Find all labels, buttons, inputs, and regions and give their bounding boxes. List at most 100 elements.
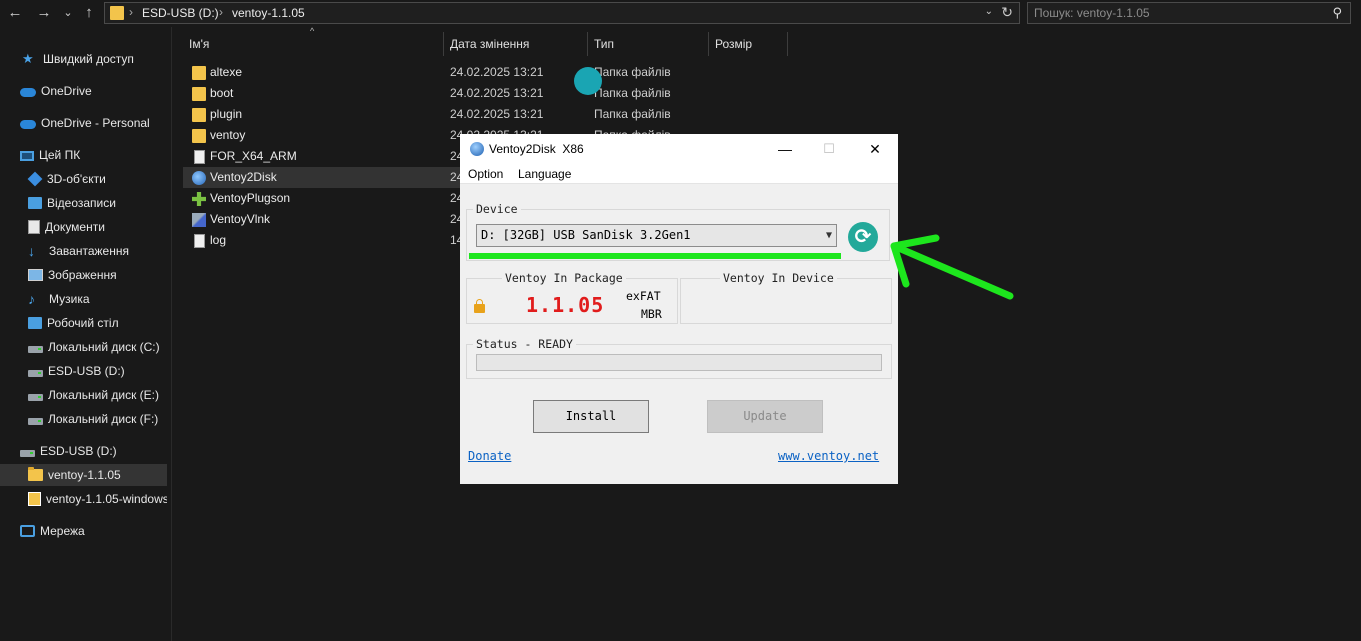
sidebar-item-network[interactable]: Мережа [0,520,167,542]
sidebar-item-drive-f[interactable]: Локальний диск (F:) [0,408,167,430]
chevron-down-icon: ▼ [825,230,832,241]
forward-arrow-icon[interactable]: → [34,3,54,23]
sidebar-item-desktop[interactable]: Робочий стіл [0,312,167,334]
breadcrumb-drive[interactable]: ESD-USB (D:) [142,6,219,20]
website-link[interactable]: www.ventoy.net [778,449,879,463]
close-icon[interactable]: ✕ [866,140,884,158]
drive-icon [28,418,43,425]
address-bar[interactable]: › ESD-USB (D:) › ventoy-1.1.05 ⌄ ↻ [104,2,1020,24]
donate-link[interactable]: Donate [468,449,511,463]
device-ventoy-group-title: Ventoy In Device [720,271,837,285]
sidebar-item-drive-c[interactable]: Локальний диск (C:) [0,336,167,358]
file-name: altexe [210,65,243,79]
drive-icon [28,346,43,353]
refresh-devices-button[interactable]: ⟳ [848,222,878,252]
package-filesystem: exFAT [626,289,661,303]
plugson-icon [192,192,206,206]
sidebar-item-onedrive[interactable]: OneDrive [0,80,167,102]
document-icon [28,220,40,234]
refresh-icon[interactable]: ↻ [1001,4,1013,21]
file-name: VentoyPlugson [210,191,291,205]
folder-icon [192,108,206,122]
ventoy2disk-window: Ventoy2Disk X86 — ☐ ✕ Option Language De… [460,134,898,484]
file-type: Папка файлів [594,86,671,100]
sidebar-item-onedrive-personal[interactable]: OneDrive - Personal [0,112,167,134]
menu-option[interactable]: Option [468,167,503,181]
package-partition-style: MBR [641,307,662,321]
file-name: Ventoy2Disk [210,170,277,184]
file-list-header: ^ Ім'я Дата змінення Тип Розмір [183,26,803,56]
recent-locations-icon[interactable]: ⌄ [58,3,78,23]
file-row[interactable]: plugin 24.02.2025 13:21 Папка файлів [183,104,673,125]
file-type: Папка файлів [594,107,671,121]
column-separator[interactable] [787,32,788,56]
column-header-size[interactable]: Розмір [709,32,787,56]
file-type: Папка файлів [594,65,671,79]
pc-icon [20,150,34,161]
sidebar-item-drive-d[interactable]: ESD-USB (D:) [0,360,167,382]
sidebar-item-pictures[interactable]: Зображення [0,264,167,286]
navigation-pane: ★ Швидкий доступ OneDrive OneDrive - Per… [0,34,172,641]
column-header-date[interactable]: Дата змінення [444,32,587,56]
file-name: plugin [210,107,243,121]
annotation-underline [469,253,841,259]
device-ventoy-group: Ventoy In Device [680,271,892,324]
folder-icon [110,6,124,20]
file-name: VentoyVlnk [210,212,271,226]
sidebar-item-music[interactable]: ♪ Музика [0,288,167,310]
drive-icon [28,370,43,377]
sidebar-item-ventoy-windows[interactable]: ventoy-1.1.05-windows [0,488,167,510]
device-group-title: Device [473,202,521,216]
search-box[interactable]: ⚲ [1027,2,1351,24]
cloud-icon [20,120,36,129]
sidebar-item-usb-root[interactable]: ESD-USB (D:) [0,440,167,462]
file-date: 24.02.2025 13:21 [450,65,544,79]
column-header-type[interactable]: Тип [588,32,708,56]
ventoy-app-icon [470,142,484,156]
menu-language[interactable]: Language [518,167,571,181]
file-name: ventoy [210,128,246,142]
cursor-highlight [574,67,602,95]
breadcrumb-separator: › [129,5,133,19]
ventoy-app-icon [192,171,206,185]
3d-objects-icon [27,171,43,187]
package-group-title: Ventoy In Package [502,271,626,285]
search-icon[interactable]: ⚲ [1332,5,1342,21]
install-button[interactable]: Install [533,400,649,433]
vlnk-icon [192,213,206,227]
column-header-name[interactable]: Ім'я [183,32,443,56]
cloud-icon [20,88,36,97]
update-button: Update [707,400,823,433]
folder-icon [192,87,206,101]
sidebar-item-ventoy-folder[interactable]: ventoy-1.1.05 [0,464,167,486]
status-progress-bar [476,354,882,371]
file-name: log [210,233,227,247]
sidebar-item-drive-e[interactable]: Локальний диск (E:) [0,384,167,406]
maximize-icon: ☐ [823,141,835,156]
sidebar-item-documents[interactable]: Документи [0,216,167,238]
chevron-down-icon[interactable]: ⌄ [985,6,993,17]
sidebar-item-quick-access[interactable]: ★ Швидкий доступ [0,48,167,70]
sidebar-item-videos[interactable]: Відеозаписи [0,192,167,214]
file-name: FOR_X64_ARM [210,149,297,163]
device-dropdown[interactable]: D: [32GB] USB SanDisk 3.2Gen1 ▼ [476,224,837,247]
sidebar-item-downloads[interactable]: ↓ Завантаження [0,240,167,262]
breadcrumb-folder[interactable]: ventoy-1.1.05 [232,6,305,20]
minimize-icon[interactable]: — [776,140,794,158]
sidebar-item-this-pc[interactable]: Цей ПК [0,144,167,166]
back-arrow-icon[interactable]: ← [5,3,25,23]
file-icon [194,234,205,248]
annotation-arrow-icon [890,234,1014,300]
window-titlebar[interactable]: Ventoy2Disk X86 — ☐ ✕ [460,134,898,164]
search-input[interactable] [1034,5,1314,21]
sidebar-item-3d-objects[interactable]: 3D-об'єкти [0,168,167,190]
music-icon: ♪ [28,291,35,307]
device-dropdown-value: D: [32GB] USB SanDisk 3.2Gen1 [481,228,691,242]
file-name: boot [210,86,234,100]
lock-icon [474,299,485,313]
explorer-navbar: ← → ⌄ ↑ › ESD-USB (D:) › ventoy-1.1.05 ⌄… [0,0,1361,27]
file-date: 24.02.2025 13:21 [450,107,544,121]
breadcrumb-separator: › [219,5,223,19]
up-arrow-icon[interactable]: ↑ [79,3,99,23]
drive-icon [28,394,43,401]
